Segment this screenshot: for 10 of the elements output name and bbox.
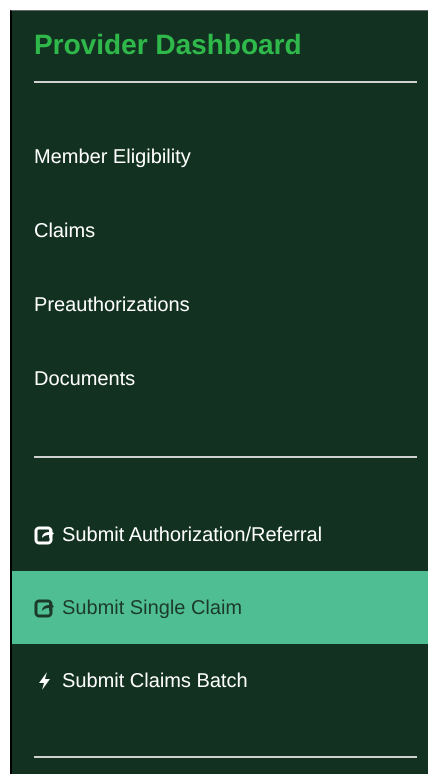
nav-link[interactable]: Claims — [12, 194, 428, 268]
nav-link[interactable]: Member Eligibility — [12, 120, 428, 194]
share-icon — [34, 598, 56, 618]
nav-link[interactable]: Submit Single Claim — [12, 571, 428, 644]
share-icon — [34, 524, 56, 544]
nav-link[interactable]: Preauthorizations — [12, 268, 428, 342]
sidebar-title: Provider Dashboard — [33, 28, 303, 62]
nav-link[interactable]: Submit Claims Batch — [12, 644, 428, 717]
nav-link[interactable]: Submit Authorization/Referral — [12, 498, 428, 571]
nav-link[interactable]: Documents — [12, 342, 428, 416]
